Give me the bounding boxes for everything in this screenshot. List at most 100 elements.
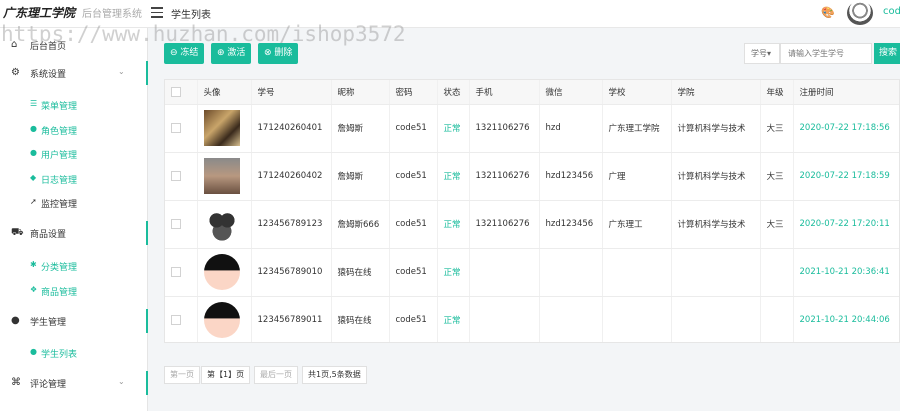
sidebar-item-label: 监控管理	[41, 200, 78, 210]
row-select-cell[interactable]	[165, 152, 198, 201]
user-check-icon: ⊕	[217, 48, 225, 58]
school-cell: 广东理工	[602, 200, 672, 249]
chevron-down-icon: ⌄	[118, 377, 125, 386]
sidebar-item-menu-mgmt[interactable]: ☰ 菜单管理	[0, 94, 148, 114]
column-header: 微信	[539, 80, 603, 105]
wechat-cell: hzd123456	[539, 200, 603, 249]
row-select-cell[interactable]	[165, 104, 198, 153]
sidebar-item-goods-mgmt[interactable]: ❖ 商品管理	[0, 280, 148, 300]
nick-cell: 詹姆斯666	[331, 200, 390, 249]
sidebar-item-goods-settings[interactable]: ⛟ 商品设置	[0, 221, 148, 245]
column-header: 昵称	[331, 80, 390, 105]
sidebar: ⌂ 后台首页 ⚙ 系统设置 ⌄ ☰ 菜单管理 ● 角色管理 ● 用户管理 ◆ 日…	[0, 28, 148, 411]
sidebar-item-category-mgmt[interactable]: ✱ 分类管理	[0, 255, 148, 275]
pwd-cell: code51	[389, 152, 438, 201]
phone-cell: 1321106276	[469, 200, 540, 249]
activate-label: 激活	[227, 48, 246, 58]
brand-subtitle: 后台管理系统	[82, 9, 142, 20]
column-header: 注册时间	[793, 80, 899, 105]
user-name[interactable]: cod	[883, 6, 900, 17]
brand-title: 广东理工学院	[3, 6, 76, 20]
sidebar-item-comment-mgmt[interactable]: ⌘ 评论管理 ⌄	[0, 371, 148, 395]
student-table: 头像 学号 昵称 密码 状态 手机 微信 学校 学院 年级 注册时间 17124…	[164, 79, 900, 343]
home-icon: ⌂	[11, 39, 18, 50]
nick-cell: 詹姆斯	[331, 152, 390, 201]
user-role-icon: ●	[30, 124, 37, 133]
sidebar-item-label: 日志管理	[41, 176, 78, 186]
delete-label: 删除	[274, 48, 293, 58]
avatar-cell	[197, 200, 252, 249]
status-badge: 正常	[437, 104, 470, 153]
school-cell	[602, 296, 672, 342]
avatar	[203, 302, 240, 338]
palette-icon[interactable]: 🎨	[821, 6, 835, 19]
row-select-cell[interactable]	[165, 248, 198, 297]
status-badge: 正常	[437, 296, 470, 342]
sidebar-item-label: 学生管理	[30, 318, 67, 328]
column-header: 学院	[671, 80, 761, 105]
sidebar-item-role-mgmt[interactable]: ● 角色管理	[0, 119, 148, 139]
sidebar-item-home[interactable]: ⌂ 后台首页	[0, 33, 148, 57]
sidebar-item-label: 用户管理	[41, 151, 78, 161]
tag-icon: ◆	[30, 173, 37, 182]
row-checkbox[interactable]	[171, 122, 181, 133]
table-row[interactable]: 123456789010 猿码在线 code51 正常 2021-10-21 2…	[165, 248, 899, 297]
avatar[interactable]	[847, 1, 873, 25]
time-cell: 2021-10-21 20:44:06	[793, 296, 899, 342]
nick-cell: 猿码在线	[331, 296, 390, 342]
sidebar-item-label: 评论管理	[30, 380, 67, 390]
avatar	[203, 254, 240, 290]
wechat-cell	[539, 248, 603, 297]
row-select-cell[interactable]	[165, 296, 198, 342]
column-header: 状态	[437, 80, 470, 105]
gear-icon: ⚙	[11, 67, 20, 78]
grade-cell: 大三	[760, 200, 794, 249]
table-row[interactable]: 171240260401 詹姆斯 code51 正常 1321106276 hz…	[165, 104, 899, 153]
sidebar-item-student-mgmt[interactable]: ● 学生管理	[0, 309, 148, 333]
pwd-cell: code51	[389, 296, 438, 342]
goods-icon: ❖	[30, 285, 38, 294]
search-input[interactable]	[780, 43, 872, 64]
sidebar-item-label: 商品设置	[30, 230, 67, 240]
select-all-checkbox[interactable]	[171, 86, 181, 97]
sidebar-item-user-mgmt[interactable]: ● 用户管理	[0, 143, 148, 163]
activate-button[interactable]: ⊕ 激活	[211, 43, 252, 64]
phone-cell: 1321106276	[469, 152, 540, 201]
sidebar-item-label: 学生列表	[41, 350, 78, 360]
sidebar-item-student-list[interactable]: ● 学生列表	[0, 342, 148, 362]
delete-button[interactable]: ⊗ 删除	[258, 43, 299, 64]
freeze-button[interactable]: ⊖ 冻结	[164, 43, 205, 64]
first-page-button[interactable]: 第一页	[164, 366, 200, 384]
table-row[interactable]: 171240260402 詹姆斯 code51 正常 1321106276 hz…	[165, 152, 899, 201]
row-checkbox[interactable]	[171, 218, 181, 229]
row-checkbox[interactable]	[171, 266, 181, 277]
row-checkbox[interactable]	[171, 314, 181, 325]
monitor-icon: ➚	[30, 197, 37, 206]
top-bar: 广东理工学院 后台管理系统 学生列表 🎨 cod	[0, 0, 900, 28]
sidebar-item-log-mgmt[interactable]: ◆ 日志管理	[0, 168, 148, 188]
pagination-summary: 共1页,5条数据	[302, 366, 367, 384]
search-button[interactable]: 搜索	[874, 43, 900, 64]
status-badge: 正常	[437, 200, 470, 249]
sidebar-item-system[interactable]: ⚙ 系统设置 ⌄	[0, 61, 148, 85]
column-header: 手机	[469, 80, 540, 105]
breadcrumb: 学生列表	[171, 10, 211, 21]
list-icon: ☰	[30, 99, 38, 108]
sidebar-item-label: 菜单管理	[41, 102, 78, 112]
college-cell	[671, 296, 761, 342]
row-select-cell[interactable]	[165, 200, 198, 249]
menu-toggle-icon[interactable]	[151, 7, 163, 18]
row-checkbox[interactable]	[171, 170, 181, 181]
select-all-cell[interactable]	[165, 80, 198, 105]
search-field-select[interactable]: 学号▾	[744, 43, 780, 64]
avatar-cell	[197, 296, 252, 342]
last-page-button[interactable]: 最后一页	[254, 366, 298, 384]
grade-cell: 大三	[760, 152, 794, 201]
sidebar-item-monitor-mgmt[interactable]: ➚ 监控管理	[0, 192, 148, 212]
chevron-down-icon: ⌄	[118, 67, 125, 76]
table-row[interactable]: 123456789011 猿码在线 code51 正常 2021-10-21 2…	[165, 296, 899, 342]
users-icon: ●	[11, 315, 20, 326]
sid-cell: 123456789123	[251, 200, 332, 249]
college-cell: 计算机科学与技术	[671, 152, 761, 201]
table-row[interactable]: 123456789123 詹姆斯666 code51 正常 1321106276…	[165, 200, 899, 249]
